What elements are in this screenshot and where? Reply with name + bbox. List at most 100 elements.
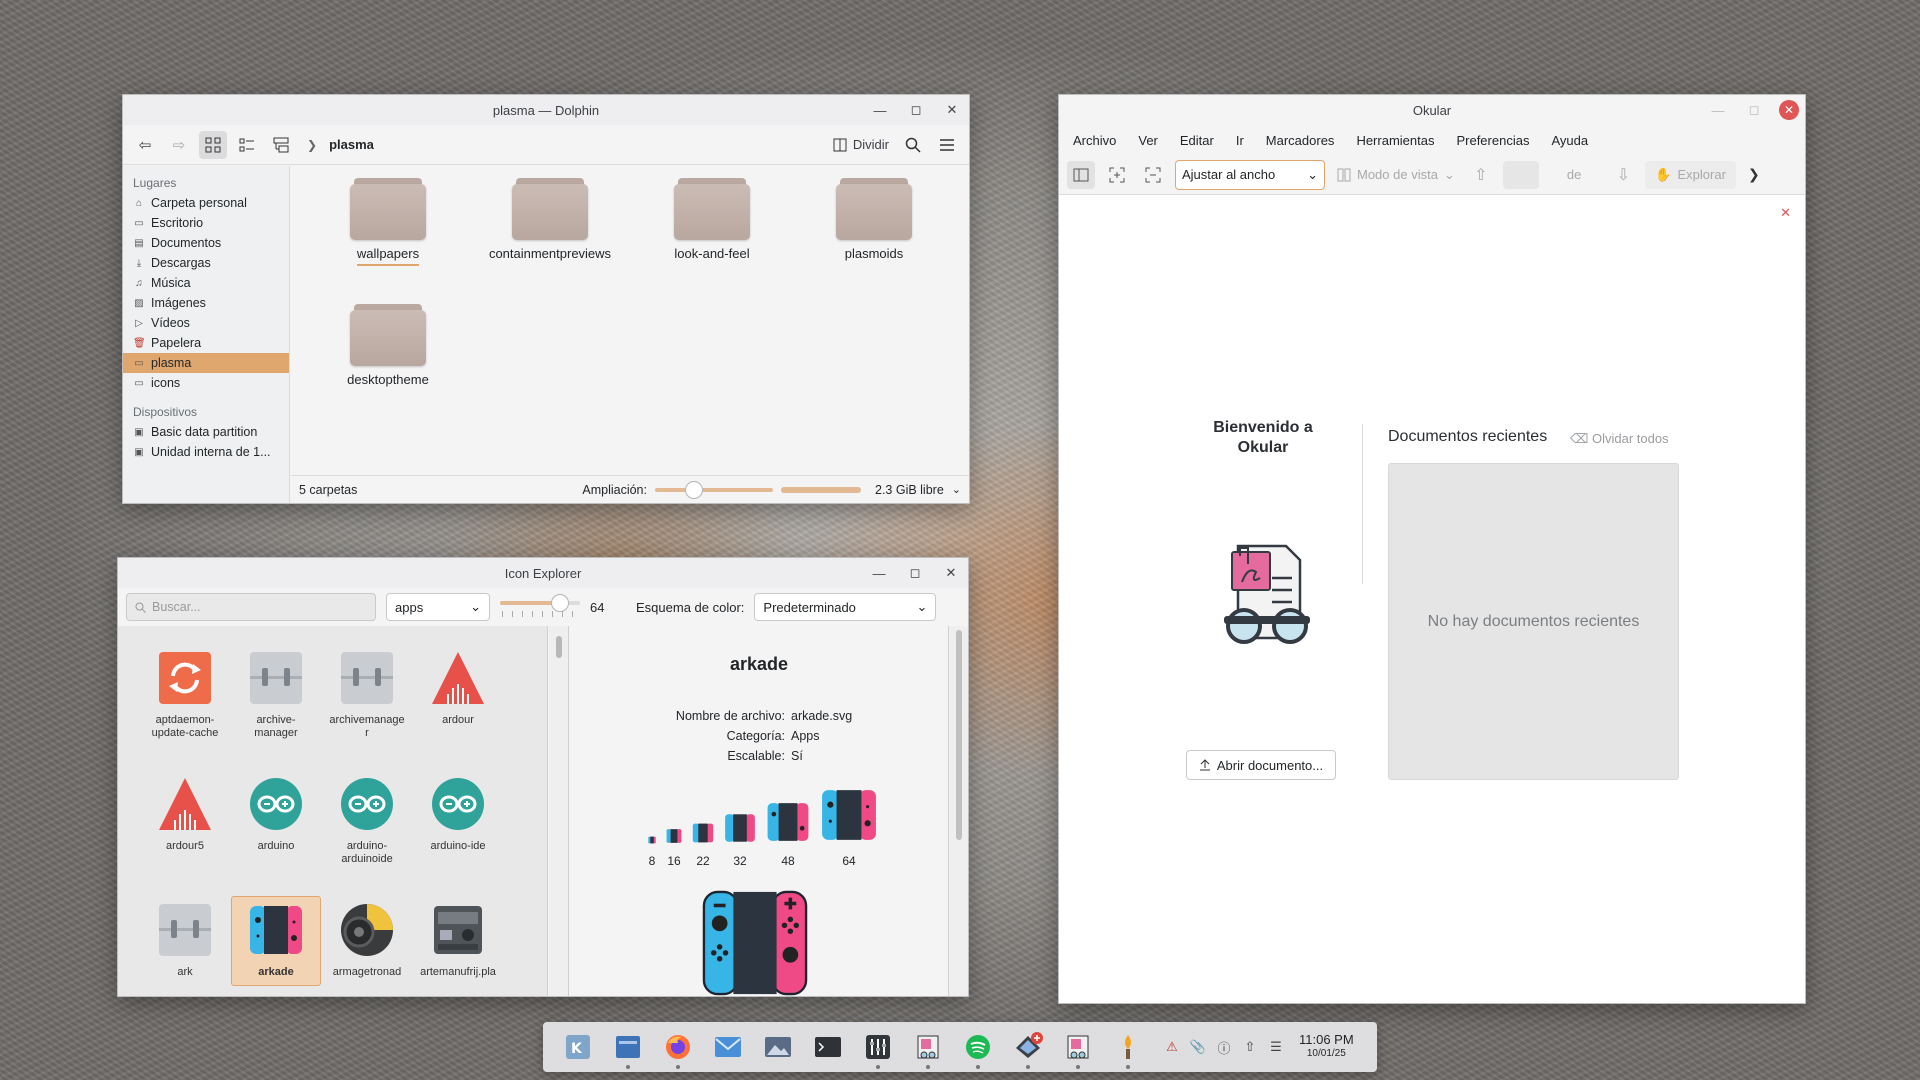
- icon-grid-scrollbar[interactable]: [549, 626, 569, 996]
- close-sidebar-button[interactable]: ✕: [1780, 205, 1791, 221]
- taskbar-app[interactable]: [653, 1022, 703, 1072]
- sidebar-item[interactable]: ♫ Música: [123, 273, 289, 293]
- sidebar-item[interactable]: ▣ Basic data partition: [123, 422, 289, 442]
- folder-item[interactable]: look-and-feel: [637, 178, 787, 262]
- icon-cell[interactable]: ark: [140, 902, 230, 979]
- icon-cell[interactable]: arduino-ide: [413, 776, 503, 853]
- close-button[interactable]: ✕: [940, 562, 962, 584]
- tree-view-button[interactable]: [267, 131, 295, 159]
- menu-preferencias[interactable]: Preferencias: [1456, 133, 1529, 148]
- sidebar-item[interactable]: ▭ icons: [123, 373, 289, 393]
- sidebar-item[interactable]: ▷ Vídeos: [123, 313, 289, 333]
- icon-cell[interactable]: archivemanage r: [322, 650, 412, 740]
- slider-handle[interactable]: [551, 594, 569, 612]
- menu-editar[interactable]: Editar: [1180, 133, 1214, 148]
- taskbar-app[interactable]: [853, 1022, 903, 1072]
- page-number-input[interactable]: [1502, 160, 1539, 189]
- sidebar-item[interactable]: ▣ Unidad interna de 1...: [123, 442, 289, 462]
- taskbar-app[interactable]: [753, 1022, 803, 1072]
- taskbar-app[interactable]: [1053, 1022, 1103, 1072]
- sidebar-item[interactable]: ▭ Escritorio: [123, 213, 289, 233]
- folder-item[interactable]: desktoptheme: [313, 304, 463, 388]
- updates-arrow-icon[interactable]: ⇧: [1241, 1038, 1259, 1056]
- taskbar-app[interactable]: K: [553, 1022, 603, 1072]
- sidebar-item[interactable]: ▨ Imágenes: [123, 293, 289, 313]
- zoom-select[interactable]: Ajustar al ancho ⌄: [1175, 159, 1325, 190]
- open-document-button[interactable]: Abrir documento...: [1186, 750, 1336, 780]
- scrollbar-thumb[interactable]: [555, 636, 562, 658]
- icon-cell[interactable]: arduino: [231, 776, 321, 853]
- icon-cell[interactable]: archive- manager: [231, 650, 321, 740]
- search-button[interactable]: [899, 131, 927, 159]
- search-input[interactable]: Buscar...: [126, 593, 376, 621]
- menu-herramientas[interactable]: Herramientas: [1356, 133, 1434, 148]
- breadcrumb[interactable]: plasma: [329, 137, 374, 152]
- icon-cell[interactable]: ardour5: [140, 776, 230, 853]
- icon-size-slider[interactable]: [500, 593, 580, 621]
- zoom-out-button[interactable]: [1139, 161, 1167, 189]
- minimize-button[interactable]: —: [1707, 99, 1729, 121]
- clipboard-icon[interactable]: 📎: [1189, 1038, 1207, 1056]
- notification-icon[interactable]: ⚠: [1163, 1038, 1181, 1056]
- menu-ir[interactable]: Ir: [1236, 133, 1244, 148]
- hamburger-menu-button[interactable]: [933, 131, 961, 159]
- slider-handle[interactable]: [685, 480, 703, 499]
- menu-ver[interactable]: Ver: [1138, 133, 1158, 148]
- previous-page-button[interactable]: ⇧: [1467, 161, 1495, 189]
- scrollbar-thumb[interactable]: [955, 630, 962, 840]
- browse-tool-button[interactable]: ✋ Explorar: [1645, 160, 1736, 189]
- more-tools-button[interactable]: ❯: [1744, 161, 1764, 189]
- maximize-button[interactable]: ◻: [905, 99, 927, 121]
- menu-ayuda[interactable]: Ayuda: [1551, 133, 1588, 148]
- close-button[interactable]: ✕: [941, 99, 963, 121]
- maximize-button[interactable]: ◻: [1743, 99, 1765, 121]
- details-view-button[interactable]: [233, 131, 261, 159]
- sidebar-item[interactable]: ⤓ Descargas: [123, 253, 289, 273]
- category-select[interactable]: apps ⌄: [386, 593, 490, 621]
- maximize-button[interactable]: ◻: [904, 562, 926, 584]
- zoom-slider[interactable]: [655, 480, 773, 499]
- sidebar-toggle-button[interactable]: [1067, 160, 1095, 189]
- sidebar-item[interactable]: ▤ Documentos: [123, 233, 289, 253]
- sidebar-item[interactable]: ⌂ Carpeta personal: [123, 193, 289, 213]
- back-button[interactable]: ⇦: [131, 131, 159, 159]
- menu-marcadores[interactable]: Marcadores: [1266, 133, 1335, 148]
- icon-cell[interactable]: ardour: [413, 650, 503, 727]
- sidebar-item[interactable]: ▭ plasma: [123, 353, 289, 373]
- icon-cell[interactable]: armagetronad: [322, 902, 412, 979]
- taskbar-app[interactable]: [1103, 1022, 1153, 1072]
- icon-cell[interactable]: aptdaemon- update-cache: [140, 650, 230, 740]
- icon-explorer-titlebar[interactable]: Icon Explorer — ◻ ✕: [118, 558, 968, 588]
- next-page-button[interactable]: ⇩: [1609, 161, 1637, 189]
- settings-sliders-icon[interactable]: ☰: [1267, 1038, 1285, 1056]
- folder-item[interactable]: containmentpreviews: [475, 178, 625, 262]
- minimize-button[interactable]: —: [868, 562, 890, 584]
- taskbar-app[interactable]: [603, 1022, 653, 1072]
- close-button[interactable]: ✕: [1779, 100, 1799, 120]
- folder-item[interactable]: wallpapers: [313, 178, 463, 266]
- zoom-in-button[interactable]: [1103, 161, 1131, 189]
- taskbar-app[interactable]: [803, 1022, 853, 1072]
- info-icon[interactable]: ⓘ: [1215, 1038, 1233, 1056]
- chevron-down-icon[interactable]: ⌄: [952, 483, 961, 496]
- taskbar-app[interactable]: [1003, 1022, 1053, 1072]
- detail-scrollbar[interactable]: [948, 626, 968, 996]
- icon-cell[interactable]: artemanufrij.pla: [413, 902, 503, 979]
- view-mode-button[interactable]: Modo de vista ⌄: [1333, 161, 1459, 189]
- icon-cell-selected[interactable]: arkade: [231, 896, 321, 986]
- menu-archivo[interactable]: Archivo: [1073, 133, 1116, 148]
- split-button[interactable]: Dividir: [829, 131, 893, 159]
- forget-all-button[interactable]: ⌫ Olvidar todos: [1570, 431, 1669, 447]
- clock[interactable]: 11:06 PM 10/01/25: [1299, 1033, 1354, 1061]
- free-space-label[interactable]: 2.3 GiB libre: [875, 483, 944, 497]
- taskbar-app[interactable]: [953, 1022, 1003, 1072]
- color-scheme-select[interactable]: Predeterminado ⌄: [754, 593, 937, 621]
- icons-view-button[interactable]: [199, 130, 227, 159]
- minimize-button[interactable]: —: [869, 99, 891, 121]
- taskbar-app[interactable]: [903, 1022, 953, 1072]
- sidebar-item[interactable]: 🗑 Papelera: [123, 333, 289, 353]
- okular-titlebar[interactable]: Okular — ◻ ✕: [1059, 95, 1805, 125]
- dolphin-titlebar[interactable]: plasma — Dolphin — ◻ ✕: [123, 95, 969, 125]
- taskbar-app[interactable]: [703, 1022, 753, 1072]
- icon-cell[interactable]: arduino- arduinoide: [322, 776, 412, 866]
